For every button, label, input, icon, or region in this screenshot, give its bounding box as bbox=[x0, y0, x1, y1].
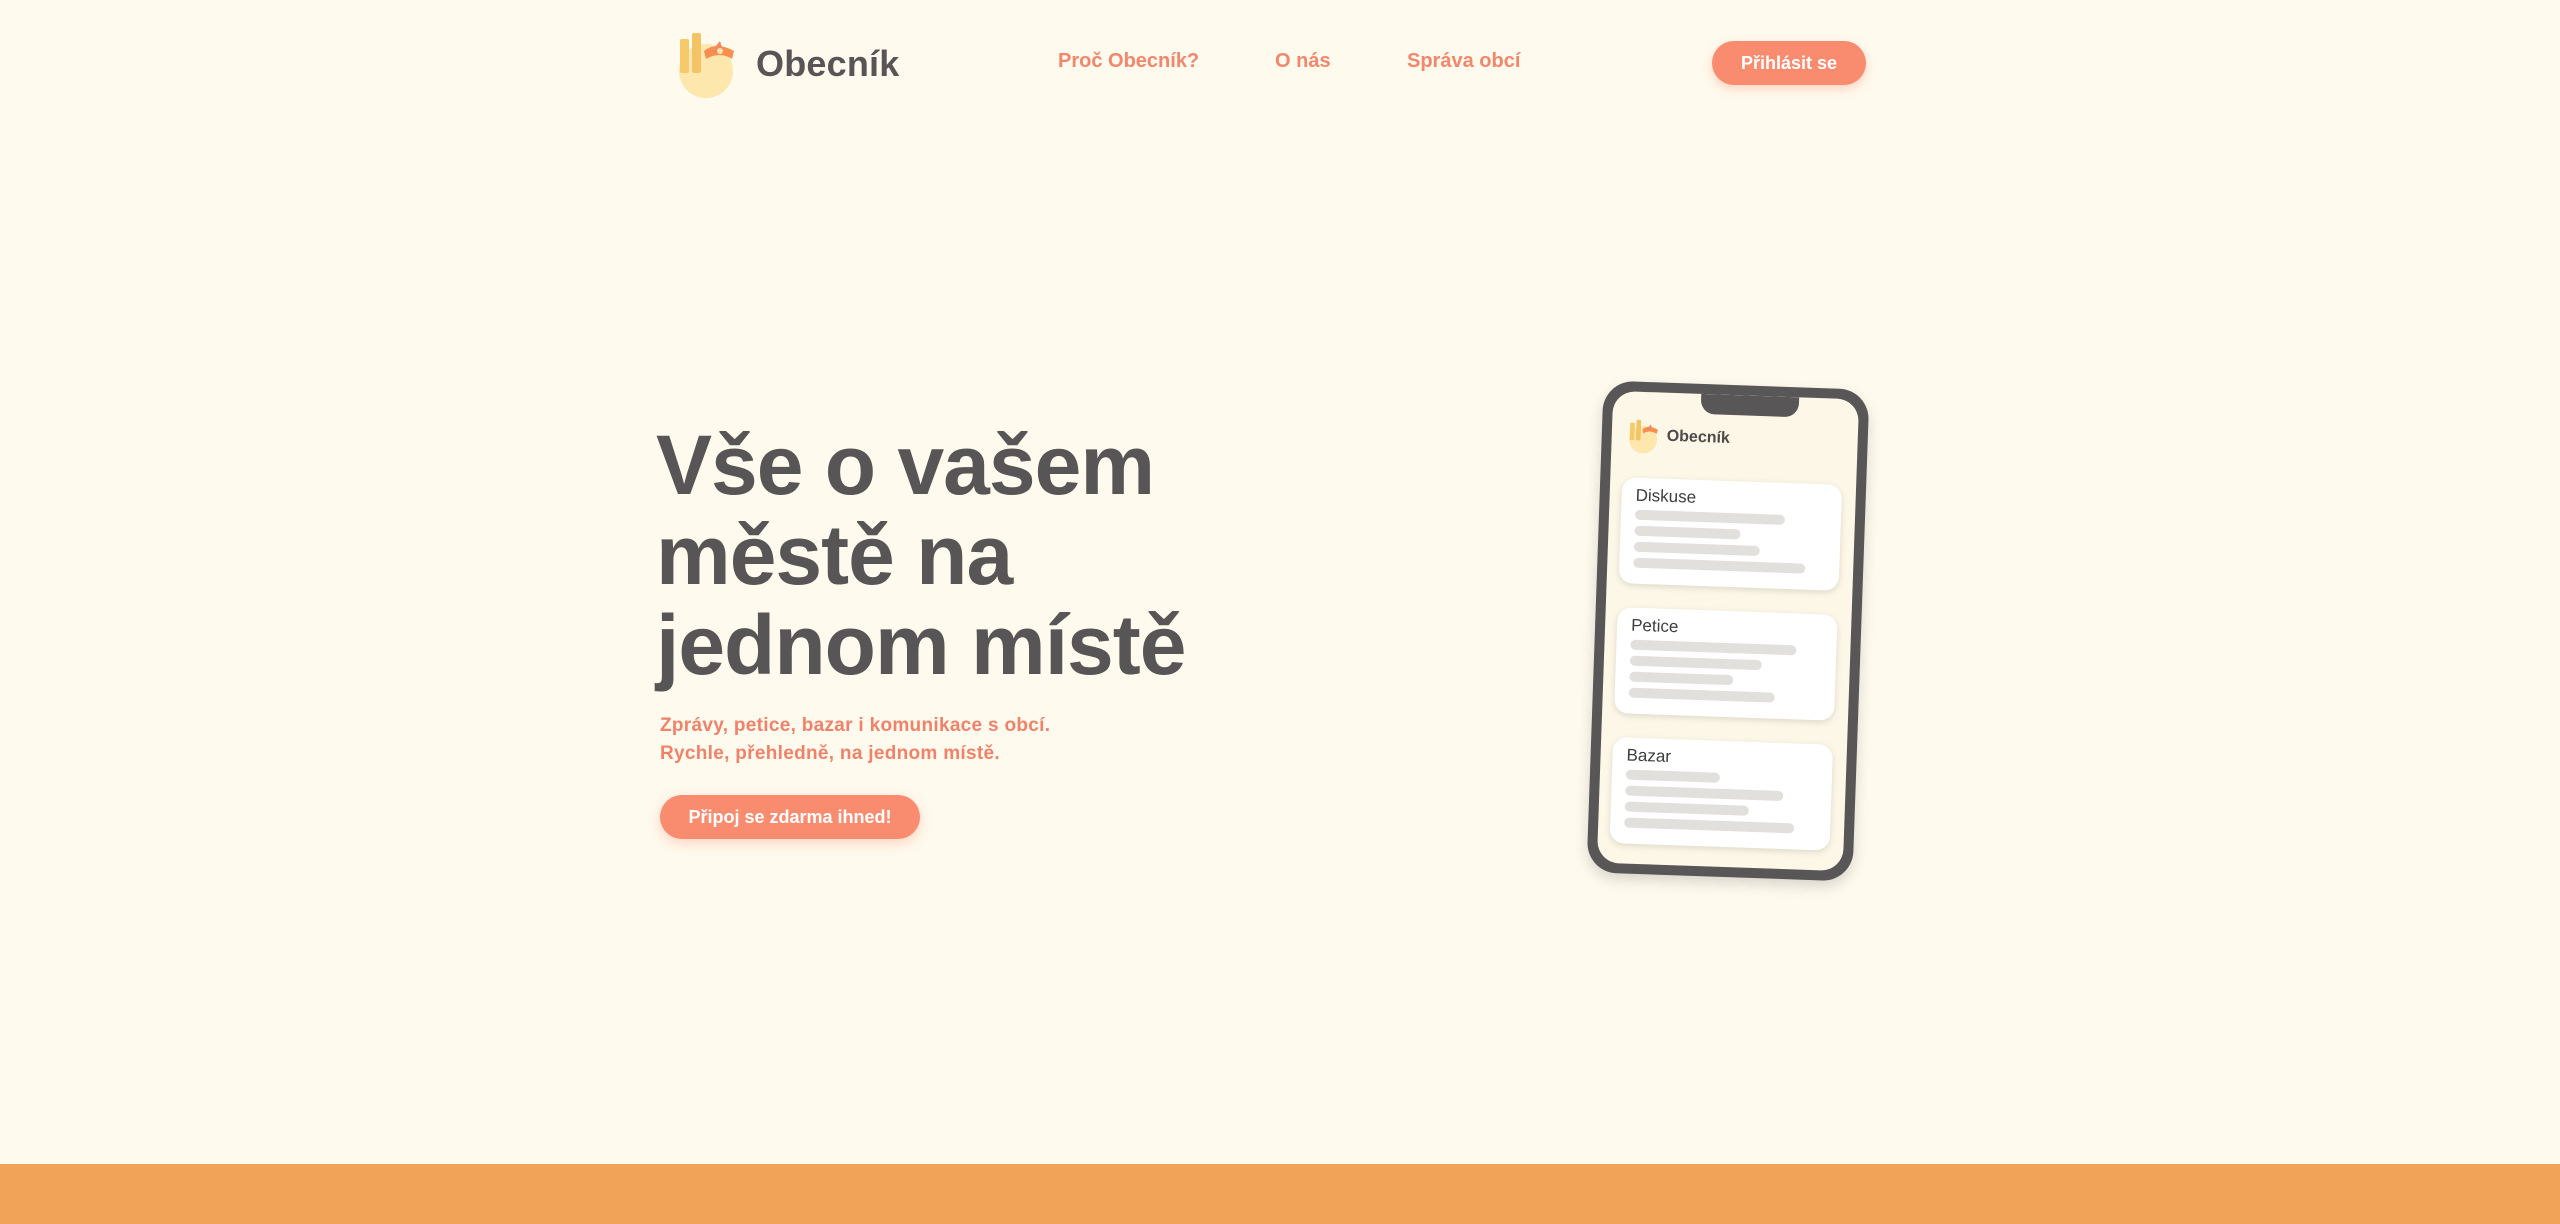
card-text-placeholder bbox=[1629, 671, 1734, 686]
signup-cta-button[interactable]: Připoj se zdarma ihned! bbox=[660, 795, 920, 839]
hero-subtitle-line: Zprávy, petice, bazar i komunikace s obc… bbox=[660, 715, 1051, 736]
phone-brand-name: Obecník bbox=[1666, 427, 1731, 447]
nav-link-why[interactable]: Proč Obecník? bbox=[1058, 50, 1199, 73]
brand-logo[interactable]: Obecník bbox=[676, 28, 899, 100]
phone-card-bazaar: Bazar bbox=[1609, 737, 1834, 851]
logo-icon bbox=[676, 29, 742, 99]
hero-title-line: Vše o vašem bbox=[656, 418, 1155, 512]
card-text-placeholder bbox=[1624, 817, 1795, 834]
card-text-placeholder bbox=[1624, 801, 1749, 816]
nav-link-about[interactable]: O nás bbox=[1275, 50, 1331, 73]
card-text-placeholder bbox=[1633, 541, 1760, 557]
brand-name: Obecník bbox=[756, 43, 900, 84]
phone-card-discussion: Diskuse bbox=[1618, 477, 1843, 591]
phone-brand-logo: Obecník bbox=[1627, 417, 1730, 457]
hero-title-line: městě na bbox=[656, 508, 1013, 602]
footer-band bbox=[0, 1164, 2560, 1224]
landing-page: Obecník Proč Obecník? O nás Správa obcí … bbox=[0, 0, 2560, 1224]
site-header: Obecník Proč Obecník? O nás Správa obcí … bbox=[0, 0, 2560, 126]
phone-notch bbox=[1700, 393, 1800, 418]
hero-subtitle: Zprávy, petice, bazar i komunikace s obc… bbox=[660, 712, 1180, 768]
card-text-placeholder bbox=[1634, 525, 1741, 540]
hero-title-line: jednom místě bbox=[656, 598, 1186, 692]
card-title: Bazar bbox=[1626, 745, 1672, 767]
card-text-placeholder bbox=[1629, 655, 1763, 671]
logo-icon bbox=[1627, 417, 1662, 454]
card-text-placeholder bbox=[1628, 687, 1775, 703]
card-text-placeholder bbox=[1625, 785, 1784, 802]
hero-title: Vše o vašem městě na jednom místě bbox=[656, 420, 1276, 690]
card-title: Petice bbox=[1630, 615, 1679, 637]
card-text-placeholder bbox=[1630, 639, 1797, 656]
nav-link-municipalities[interactable]: Správa obcí bbox=[1407, 50, 1520, 73]
phone-screen: Obecník Diskuse Petice Bazar bbox=[1596, 390, 1860, 872]
phone-card-petitions: Petice bbox=[1614, 607, 1838, 721]
card-text-placeholder bbox=[1625, 769, 1721, 783]
card-title: Diskuse bbox=[1635, 485, 1697, 507]
card-text-placeholder bbox=[1634, 509, 1786, 525]
login-button[interactable]: Přihlásit se bbox=[1712, 41, 1866, 85]
phone-mockup: Obecník Diskuse Petice Bazar bbox=[1586, 380, 1870, 882]
hero-subtitle-line: Rychle, přehledně, na jednom místě. bbox=[660, 743, 1000, 764]
card-text-placeholder bbox=[1633, 557, 1806, 574]
